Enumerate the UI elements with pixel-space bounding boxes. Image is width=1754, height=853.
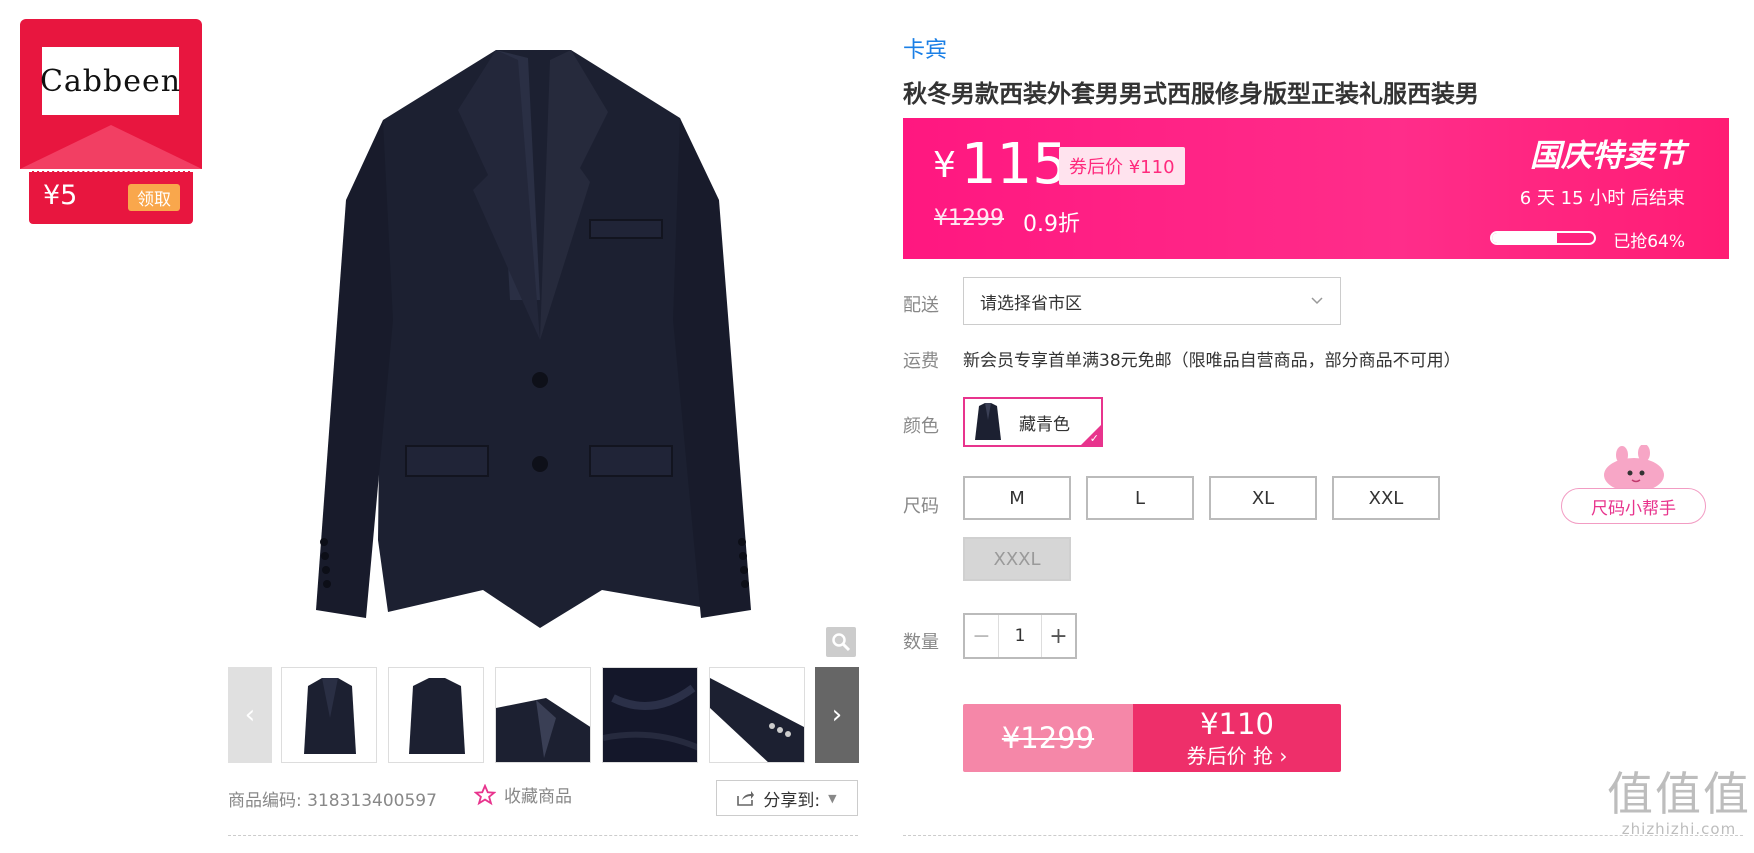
original-price: ¥1299 bbox=[934, 206, 1004, 231]
share-dropdown[interactable]: 分享到: ▼ bbox=[716, 780, 858, 816]
mascot-icon bbox=[1604, 445, 1664, 491]
product-code-value: 318313400597 bbox=[307, 791, 437, 811]
coupon-price-badge: 券后价 ¥110 bbox=[1059, 147, 1185, 185]
size-helper-button[interactable]: 尺码小帮手 bbox=[1561, 488, 1706, 524]
sale-price-value: 115 bbox=[961, 132, 1068, 197]
site-watermark: 值值值 zhizhizhi.com bbox=[1607, 768, 1751, 838]
size-option-xxl[interactable]: XXL bbox=[1332, 476, 1440, 520]
watermark-logo: 值值值 bbox=[1607, 767, 1751, 821]
quantity-stepper: − 1 + bbox=[963, 613, 1077, 659]
claim-coupon-button[interactable]: 领取 bbox=[128, 184, 180, 211]
currency-symbol: ¥ bbox=[933, 145, 956, 186]
chevron-left-icon: ‹ bbox=[244, 700, 256, 730]
color-label: 颜色 bbox=[903, 416, 939, 437]
quantity-label: 数量 bbox=[903, 632, 939, 653]
main-product-image[interactable] bbox=[228, 0, 858, 660]
quantity-input[interactable]: 1 bbox=[999, 626, 1041, 646]
discount-rate: 0.9折 bbox=[1023, 212, 1080, 237]
shipping-fee-text: 新会员专享首单满38元免邮（限唯品自营商品，部分商品不可用） bbox=[963, 351, 1461, 371]
festival-title: 国庆特卖节 bbox=[1530, 138, 1685, 174]
star-icon bbox=[474, 783, 496, 805]
sold-progress-fill bbox=[1492, 233, 1558, 243]
promo-banner: ¥ 115 券后价 ¥110 ¥1299 0.9折 国庆特卖节 6 天 15 小… bbox=[903, 118, 1729, 259]
thumbnail-cuff[interactable] bbox=[709, 667, 805, 763]
region-select[interactable]: 请选择省市区 bbox=[963, 277, 1341, 325]
thumbnail-strip bbox=[281, 667, 805, 763]
watermark-domain: zhizhizhi.com bbox=[1621, 820, 1737, 838]
thumbnail-next-button[interactable]: › bbox=[815, 667, 859, 763]
size-label: 尺码 bbox=[903, 496, 939, 517]
color-option-navy[interactable]: 藏青色 ✓ bbox=[963, 397, 1103, 447]
sold-progress-bar bbox=[1490, 231, 1596, 245]
caret-down-icon: ▼ bbox=[828, 791, 837, 805]
sale-price: ¥ 115 bbox=[933, 132, 1068, 197]
brand-link[interactable]: 卡宾 bbox=[903, 32, 947, 64]
size-option-xxxl: XXXL bbox=[963, 537, 1071, 581]
brand-logo: Cabbeen bbox=[40, 47, 180, 115]
quantity-increase-button[interactable]: + bbox=[1041, 615, 1075, 657]
check-icon: ✓ bbox=[1089, 432, 1099, 445]
thumbnail-prev-button[interactable]: ‹ bbox=[228, 667, 272, 763]
quantity-decrease-button[interactable]: − bbox=[965, 615, 999, 657]
zoom-button[interactable] bbox=[826, 627, 856, 657]
chevron-right-icon: › bbox=[831, 700, 843, 730]
color-swatch-thumbnail bbox=[975, 403, 1001, 440]
buy-with-coupon-button[interactable]: ¥1299 ¥110 券后价 抢 › bbox=[963, 704, 1341, 772]
coupon-header: Cabbeen bbox=[20, 19, 202, 169]
buy-action-label: 券后价 抢 › bbox=[1186, 743, 1288, 768]
region-placeholder: 请选择省市区 bbox=[980, 293, 1082, 314]
magnifier-icon bbox=[832, 633, 851, 652]
coupon-footer: ¥5 领取 bbox=[29, 171, 193, 224]
share-label: 分享到: bbox=[763, 790, 821, 811]
size-option-m[interactable]: M bbox=[963, 476, 1071, 520]
thumbnail-fabric[interactable] bbox=[602, 667, 698, 763]
size-option-l[interactable]: L bbox=[1086, 476, 1194, 520]
thumbnail-back[interactable] bbox=[388, 667, 484, 763]
size-option-xl[interactable]: XL bbox=[1209, 476, 1317, 520]
brand-coupon[interactable]: Cabbeen ¥5 领取 bbox=[20, 19, 202, 224]
buy-action: ¥110 券后价 抢 › bbox=[1133, 704, 1341, 772]
favorite-button[interactable]: 收藏商品 bbox=[474, 782, 572, 807]
product-code-label: 商品编码: bbox=[228, 791, 302, 811]
countdown: 6 天 15 小时 后结束 bbox=[1519, 188, 1685, 209]
thumbnail-front[interactable] bbox=[281, 667, 377, 763]
share-icon bbox=[737, 791, 755, 806]
product-code: 商品编码: 318313400597 bbox=[228, 786, 437, 811]
shipping-label: 配送 bbox=[903, 295, 939, 316]
coupon-fold bbox=[20, 125, 202, 169]
sold-progress-label: 已抢64% bbox=[1613, 232, 1685, 252]
shipping-fee-label: 运费 bbox=[903, 351, 939, 372]
chevron-down-icon bbox=[1311, 297, 1323, 305]
buy-original-price: ¥1299 bbox=[963, 704, 1133, 772]
buy-coupon-price: ¥110 bbox=[1200, 706, 1274, 741]
coupon-amount: ¥5 bbox=[43, 180, 78, 211]
favorite-label: 收藏商品 bbox=[504, 787, 572, 807]
thumbnail-lapel[interactable] bbox=[495, 667, 591, 763]
color-option-label: 藏青色 bbox=[1019, 414, 1070, 435]
divider bbox=[228, 835, 858, 836]
product-title: 秋冬男款西装外套男男式西服修身版型正装礼服西装男 bbox=[903, 80, 1479, 108]
